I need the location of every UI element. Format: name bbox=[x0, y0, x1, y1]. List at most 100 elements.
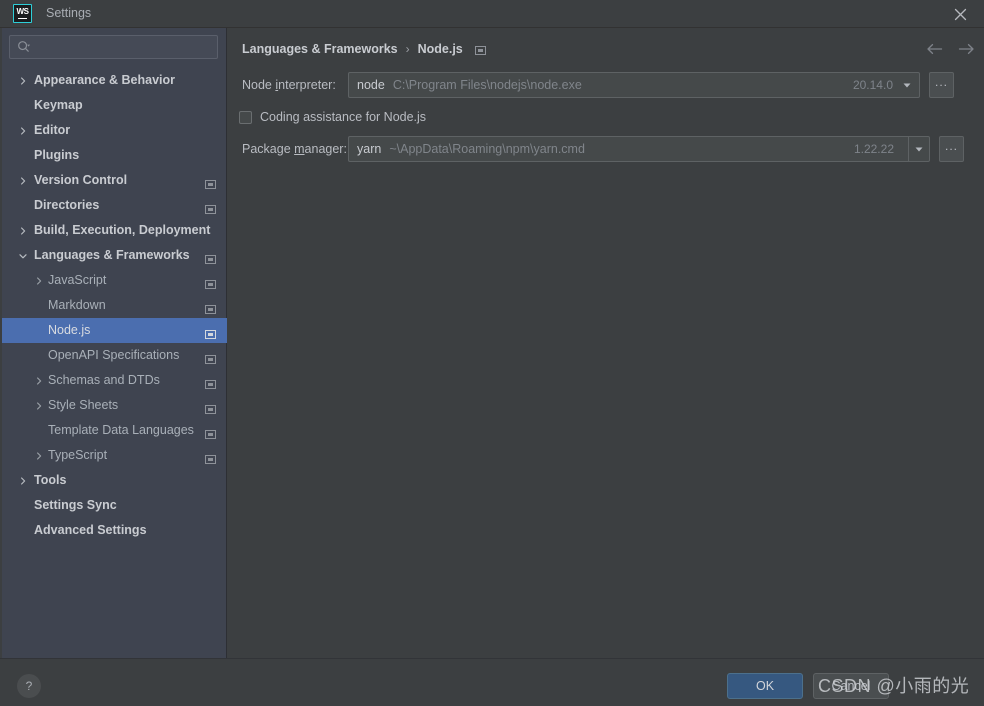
chevron-glyph bbox=[21, 176, 26, 185]
close-icon[interactable] bbox=[944, 2, 976, 26]
arrow-left-icon[interactable] bbox=[922, 38, 946, 60]
chevron-glyph bbox=[37, 401, 42, 410]
node-interpreter-label-post: nterpreter: bbox=[278, 78, 336, 92]
help-button[interactable]: ? bbox=[17, 674, 41, 698]
sidebar-item-version-control[interactable]: Version Control bbox=[0, 168, 227, 193]
chevron-down-icon[interactable] bbox=[17, 250, 29, 262]
sidebar-item-label: Settings Sync bbox=[34, 498, 117, 512]
node-interpreter-label-pre: Node bbox=[242, 78, 276, 92]
sidebar-item-schemas-and-dtds[interactable]: Schemas and DTDs bbox=[0, 368, 227, 393]
search-icon bbox=[18, 41, 31, 52]
sidebar-item-label: Markdown bbox=[48, 298, 106, 312]
sidebar-item-typescript[interactable]: TypeScript bbox=[0, 443, 227, 468]
chevron-glyph bbox=[19, 253, 27, 258]
sidebar-item-build-execution-deployment[interactable]: Build, Execution, Deployment bbox=[0, 218, 227, 243]
arrow-left-glyph bbox=[926, 43, 942, 55]
chevron-glyph bbox=[21, 126, 26, 135]
sidebar-item-markdown[interactable]: Markdown bbox=[0, 293, 227, 318]
settings-dialog: WS Settings Appearance & Behavior Keymap E… bbox=[0, 0, 984, 706]
project-module-icon bbox=[205, 426, 216, 439]
package-manager-label-mnemonic: m bbox=[294, 142, 305, 156]
project-module-icon bbox=[205, 276, 216, 289]
module-glyph bbox=[205, 405, 216, 414]
breadcrumb-separator: › bbox=[405, 42, 410, 56]
chevron-right-icon[interactable] bbox=[33, 450, 45, 462]
sidebar-item-template-data-languages[interactable]: Template Data Languages bbox=[0, 418, 227, 443]
sidebar-item-label: Advanced Settings bbox=[34, 523, 147, 537]
breadcrumb-parent[interactable]: Languages & Frameworks bbox=[242, 42, 398, 56]
node-interpreter-name: node bbox=[357, 78, 385, 92]
sidebar-item-settings-sync[interactable]: Settings Sync bbox=[0, 493, 227, 518]
package-manager-label: Package manager: bbox=[228, 142, 348, 156]
chevron-glyph bbox=[37, 276, 42, 285]
chevron-glyph bbox=[21, 476, 26, 485]
sidebar-item-advanced-settings[interactable]: Advanced Settings bbox=[0, 518, 227, 543]
node-interpreter-combobox[interactable]: node C:\Program Files\nodejs\node.exe 20… bbox=[348, 72, 920, 98]
module-glyph bbox=[205, 430, 216, 439]
package-manager-field[interactable]: yarn ~\AppData\Roaming\npm\yarn.cmd 1.22… bbox=[348, 136, 908, 162]
arrow-right-icon[interactable] bbox=[954, 38, 978, 60]
ok-button[interactable]: OK bbox=[727, 673, 803, 699]
project-module-icon bbox=[474, 45, 486, 55]
node-interpreter-row: Node interpreter: node C:\Program Files\… bbox=[228, 72, 984, 98]
sidebar-item-label: TypeScript bbox=[48, 448, 108, 462]
sidebar-item-node-js[interactable]: Node.js bbox=[0, 318, 227, 343]
sidebar-item-style-sheets[interactable]: Style Sheets bbox=[0, 393, 227, 418]
chevron-right-icon[interactable] bbox=[17, 125, 29, 137]
project-module-icon bbox=[205, 376, 216, 389]
chevron-right-icon[interactable] bbox=[17, 225, 29, 237]
chevron-right-icon[interactable] bbox=[17, 75, 29, 87]
search-box[interactable] bbox=[9, 35, 218, 59]
chevron-right-icon[interactable] bbox=[33, 400, 45, 412]
module-glyph bbox=[205, 355, 216, 364]
project-module-icon bbox=[205, 301, 216, 314]
search-input[interactable] bbox=[31, 40, 217, 54]
package-manager-browse-label: ... bbox=[944, 139, 958, 153]
sidebar-item-javascript[interactable]: JavaScript bbox=[0, 268, 227, 293]
sidebar-item-directories[interactable]: Directories bbox=[0, 193, 227, 218]
sidebar-item-editor[interactable]: Editor bbox=[0, 118, 227, 143]
module-glyph bbox=[205, 255, 216, 264]
package-manager-browse-button[interactable]: ... bbox=[939, 136, 964, 162]
project-module-icon bbox=[205, 351, 216, 364]
node-interpreter-browse-label: ... bbox=[934, 75, 948, 89]
webstorm-icon-bar bbox=[18, 17, 27, 19]
package-manager-label-post: anager: bbox=[304, 142, 347, 156]
sidebar-item-languages-frameworks[interactable]: Languages & Frameworks bbox=[0, 243, 227, 268]
settings-sidebar: Appearance & Behavior Keymap Editor Plugins… bbox=[0, 28, 227, 658]
settings-content-panel: Languages & Frameworks › Node.js Node in… bbox=[228, 28, 984, 658]
settings-tree: Appearance & Behavior Keymap Editor Plugins… bbox=[0, 68, 227, 658]
chevron-down-icon bbox=[903, 83, 911, 88]
node-interpreter-browse-button[interactable]: ... bbox=[929, 72, 954, 98]
project-module-icon bbox=[205, 176, 216, 189]
sidebar-item-openapi-specifications[interactable]: OpenAPI Specifications bbox=[0, 343, 227, 368]
module-glyph bbox=[205, 280, 216, 289]
project-module-icon bbox=[205, 251, 216, 264]
sidebar-item-label: Schemas and DTDs bbox=[48, 373, 160, 387]
project-module-icon bbox=[205, 326, 216, 339]
cancel-button[interactable]: Cancel bbox=[813, 673, 889, 699]
coding-assistance-label[interactable]: Coding assistance for Node.js bbox=[260, 110, 426, 124]
webstorm-icon: WS bbox=[13, 4, 32, 23]
module-glyph bbox=[205, 180, 216, 189]
sidebar-item-label: OpenAPI Specifications bbox=[48, 348, 180, 362]
sidebar-item-tools[interactable]: Tools bbox=[0, 468, 227, 493]
package-manager-dropdown-button[interactable] bbox=[908, 136, 930, 162]
package-manager-label-pre: Package bbox=[242, 142, 295, 156]
node-interpreter-label: Node interpreter: bbox=[228, 78, 348, 92]
node-settings-form: Node interpreter: node C:\Program Files\… bbox=[228, 72, 984, 170]
chevron-right-icon[interactable] bbox=[33, 275, 45, 287]
sidebar-item-appearance-behavior[interactable]: Appearance & Behavior bbox=[0, 68, 227, 93]
sidebar-item-keymap[interactable]: Keymap bbox=[0, 93, 227, 118]
sidebar-item-plugins[interactable]: Plugins bbox=[0, 143, 227, 168]
sidebar-item-label: Plugins bbox=[34, 148, 80, 162]
coding-assistance-checkbox[interactable] bbox=[239, 110, 252, 124]
chevron-right-icon[interactable] bbox=[33, 375, 45, 387]
chevron-right-icon[interactable] bbox=[17, 175, 29, 187]
sidebar-item-label: Style Sheets bbox=[48, 398, 119, 412]
chevron-right-icon[interactable] bbox=[17, 475, 29, 487]
webstorm-icon-text: WS bbox=[16, 7, 29, 16]
arrow-right-glyph bbox=[958, 43, 974, 55]
chevron-glyph bbox=[21, 226, 26, 235]
breadcrumb-current: Node.js bbox=[417, 42, 463, 56]
